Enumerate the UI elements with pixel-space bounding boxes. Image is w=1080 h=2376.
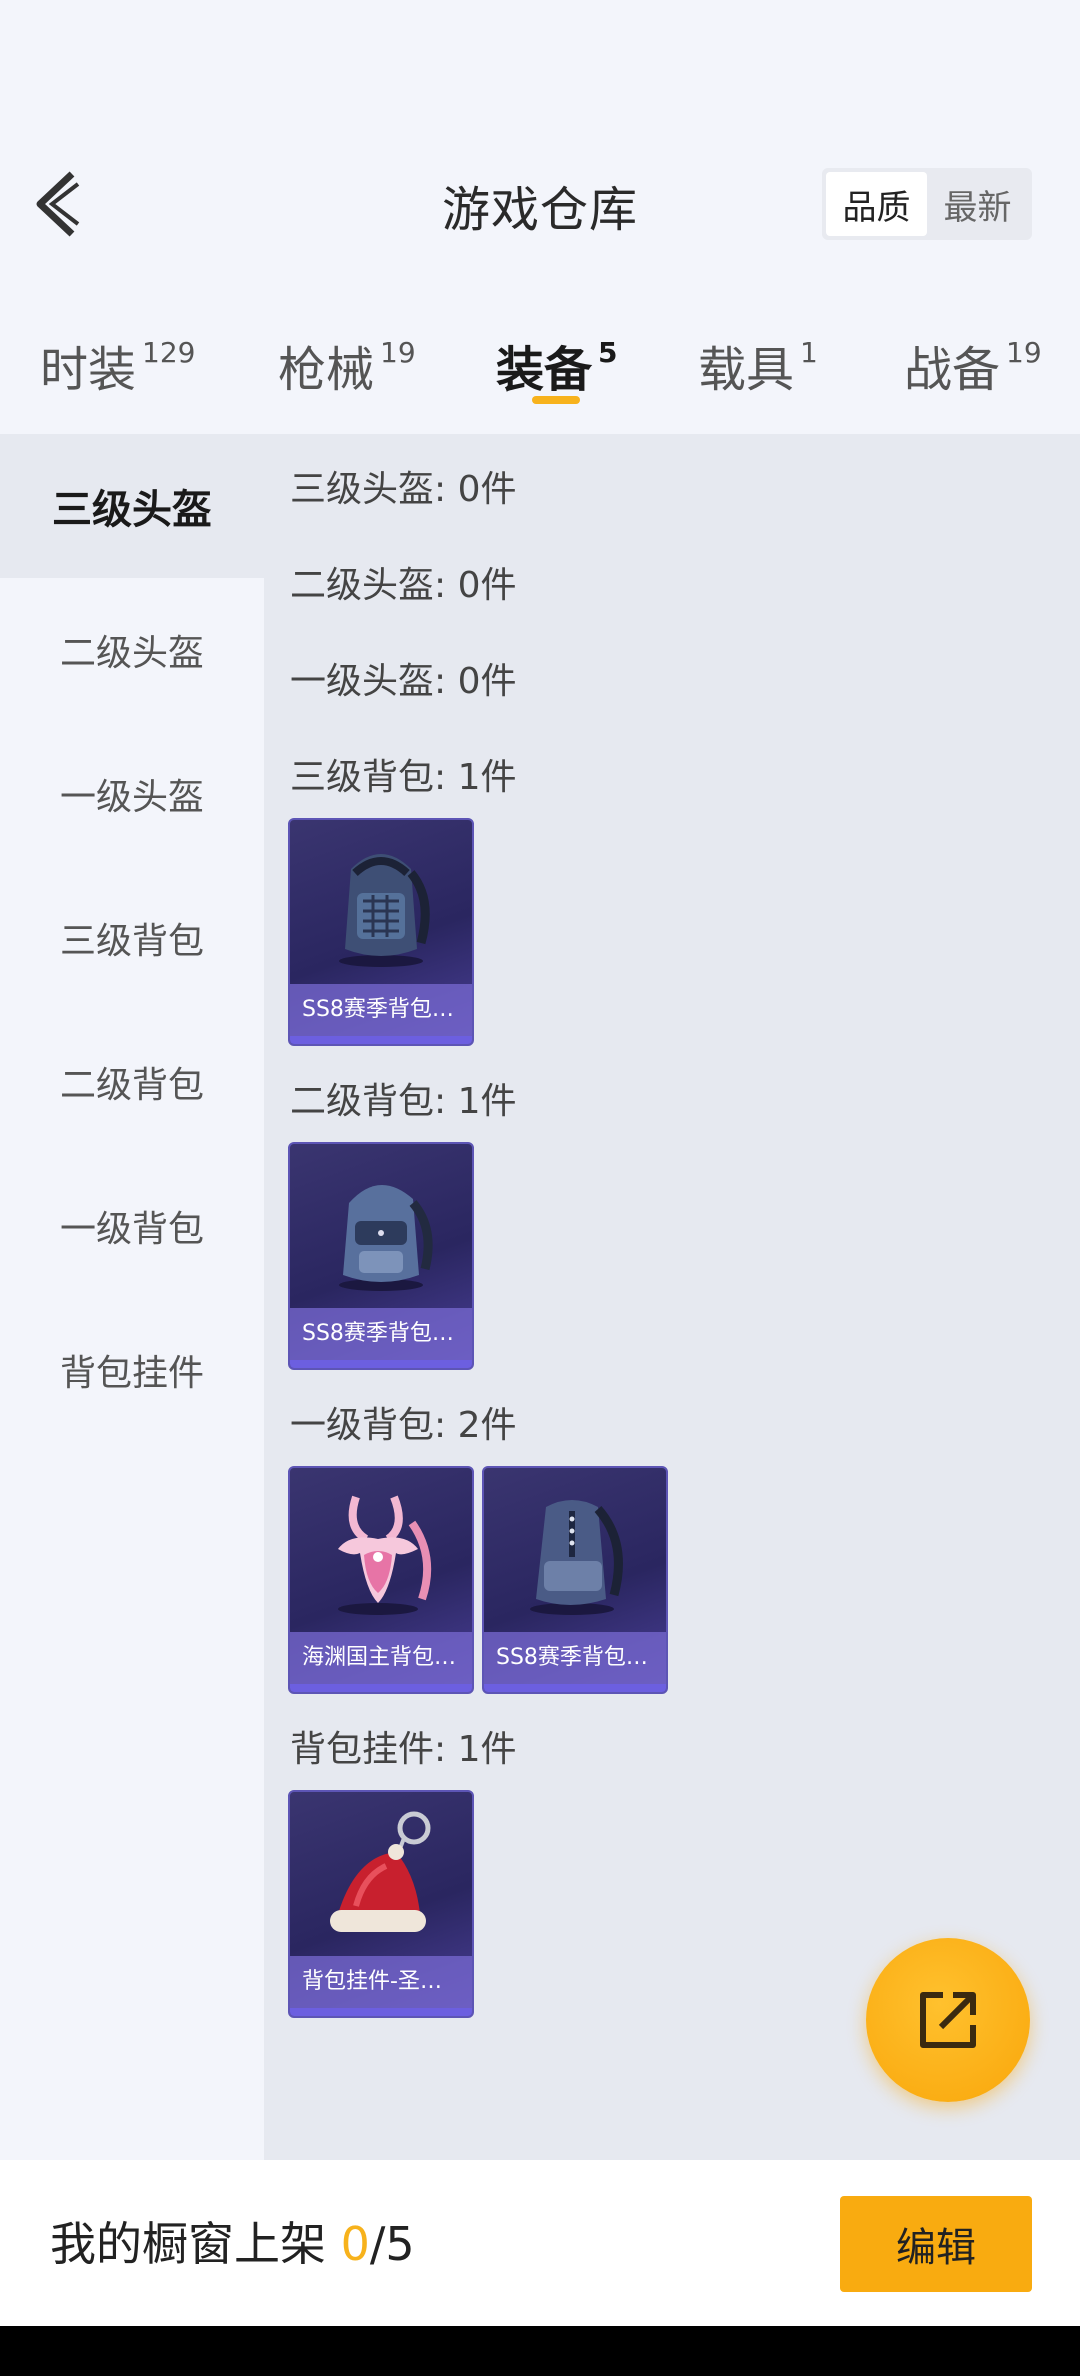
sort-newest-option[interactable]: 最新	[927, 172, 1028, 236]
showcase-label: 我的橱窗上架	[50, 2217, 326, 2271]
section-label: 一级头盔: 0件	[290, 661, 517, 702]
item-card[interactable]: SS8赛季背包…	[482, 1466, 668, 1694]
santa-hat-charm-icon	[290, 1792, 472, 1960]
tab-count: 19	[1006, 336, 1042, 369]
item-name: SS8赛季背包…	[290, 1308, 472, 1360]
tab-vehicles[interactable]: 载具 1	[698, 330, 818, 400]
share-fab-button[interactable]	[866, 1938, 1030, 2102]
pink-backpack-icon	[290, 1468, 472, 1636]
item-name: 背包挂件-圣…	[290, 1956, 472, 2008]
tab-supplies[interactable]: 战备 19	[904, 330, 1042, 400]
backpack-icon	[290, 1144, 472, 1312]
item-card[interactable]: SS8赛季背包…	[288, 818, 474, 1046]
section-label: 一级背包: 2件	[290, 1405, 517, 1446]
active-tab-indicator	[532, 396, 580, 404]
backpack-icon	[290, 820, 472, 988]
sidebar-item-level3-helmet[interactable]: 三级头盔	[0, 434, 264, 578]
section-label: 三级头盔: 0件	[290, 469, 517, 510]
sidebar-item-level3-backpack[interactable]: 三级背包	[0, 866, 264, 1010]
sort-toggle[interactable]: 品质 最新	[822, 168, 1032, 240]
sidebar-item-level1-helmet[interactable]: 一级头盔	[0, 722, 264, 866]
section-label: 二级背包: 1件	[290, 1081, 517, 1122]
share-icon	[920, 1992, 976, 2048]
tab-fashion[interactable]: 时装 129	[40, 330, 195, 400]
edit-button[interactable]: 编辑	[840, 2196, 1032, 2292]
section-label: 背包挂件: 1件	[290, 1729, 517, 1770]
showcase-count: 0	[340, 2217, 370, 2271]
sidebar-item-level2-backpack[interactable]: 二级背包	[0, 1010, 264, 1154]
system-nav-bar	[0, 2326, 1080, 2376]
tab-count: 1	[800, 336, 818, 369]
tab-equipment[interactable]: 装备 5	[496, 330, 618, 400]
showcase-total: /5	[369, 2217, 415, 2271]
tab-count: 129	[142, 336, 196, 369]
tab-count: 5	[598, 336, 618, 369]
item-name: 海渊国主背包…	[290, 1632, 472, 1684]
item-card[interactable]: 海渊国主背包…	[288, 1466, 474, 1694]
sidebar: 三级头盔 二级头盔 一级头盔 三级背包 二级背包 一级背包 背包挂件	[0, 434, 264, 2160]
sidebar-item-level2-helmet[interactable]: 二级头盔	[0, 578, 264, 722]
tab-guns[interactable]: 枪械 19	[278, 330, 416, 400]
item-name: SS8赛季背包…	[484, 1632, 666, 1684]
item-content-panel: 三级头盔: 0件 二级头盔: 0件 一级头盔: 0件 三级背包: 1件 SS8赛…	[264, 434, 1080, 2160]
tab-count: 19	[380, 336, 416, 369]
sidebar-item-level1-backpack[interactable]: 一级背包	[0, 1154, 264, 1298]
sidebar-item-backpack-charm[interactable]: 背包挂件	[0, 1298, 264, 1442]
item-card[interactable]: 背包挂件-圣…	[288, 1790, 474, 2018]
item-card[interactable]: SS8赛季背包…	[288, 1142, 474, 1370]
sort-quality-option[interactable]: 品质	[826, 172, 927, 236]
item-name: SS8赛季背包…	[290, 984, 472, 1036]
backpack-icon	[484, 1468, 666, 1636]
section-label: 二级头盔: 0件	[290, 565, 517, 606]
section-label: 三级背包: 1件	[290, 757, 517, 798]
category-tabs: 时装 129 枪械 19 装备 5 载具 1 战备 19	[0, 320, 1080, 430]
bottom-bar: 我的橱窗上架 0/5 编辑	[0, 2160, 1080, 2326]
showcase-status: 我的橱窗上架 0/5	[50, 2208, 415, 2274]
